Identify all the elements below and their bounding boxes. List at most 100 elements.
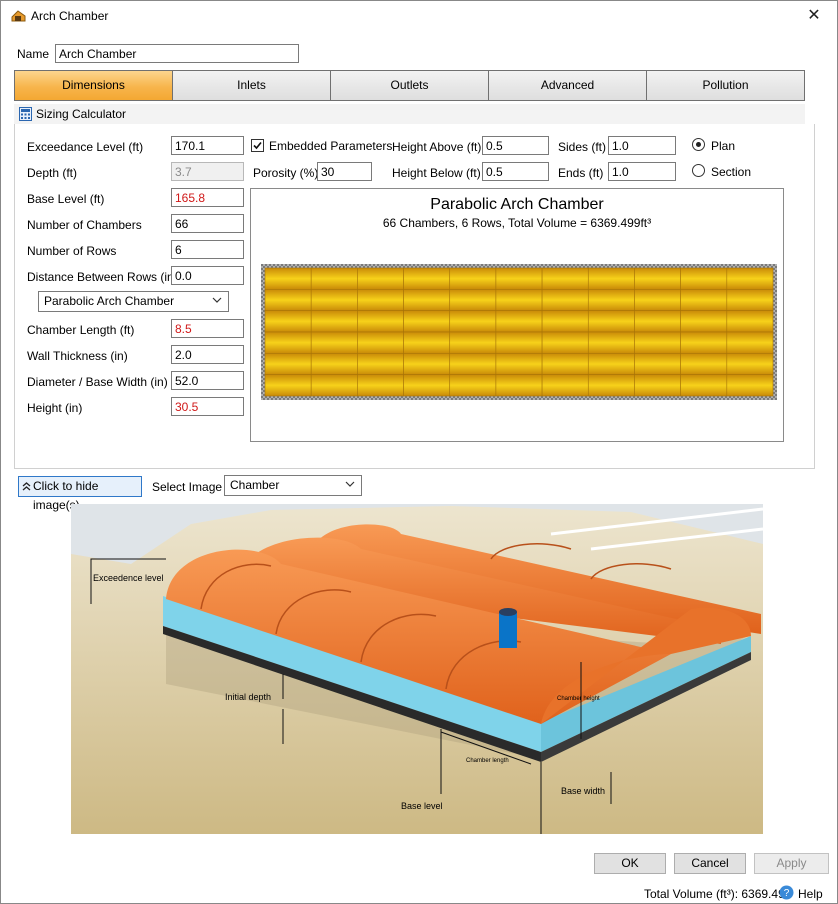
hide-images-button[interactable]: Click to hide image(s) [18,476,142,512]
chamber-cell [726,310,774,333]
height-below-label: Height Below (ft) [392,166,481,180]
chamber-cell [264,310,312,333]
checkmark-icon [253,141,262,150]
chamber-cell [587,353,635,375]
window-title: Arch Chamber [31,9,109,23]
height-below-input[interactable]: 0.5 [482,162,549,181]
section-label: Section [711,165,752,179]
chamber-cell [357,353,404,375]
chamber-cell [310,310,358,333]
base-level-input[interactable]: 165.8 [171,188,244,207]
chamber-cell [587,310,635,333]
ok-button[interactable]: OK [594,853,666,874]
chamber-cell [680,310,728,333]
chamber-type-value: Parabolic Arch Chamber [44,294,175,308]
chamber-cell [403,289,451,311]
height-input[interactable]: 30.5 [171,397,244,416]
chamber-cell [310,374,358,397]
chamber-cell [541,331,589,354]
base-width-label: Base width [561,786,605,796]
tab-strip: Dimensions Inlets Outlets Advanced Pollu… [14,70,805,101]
chamber-cell [357,310,404,333]
height-label: Height (in) [27,401,83,415]
section-title: Sizing Calculator [36,107,127,121]
chamber-cell [634,331,681,354]
height-above-input[interactable]: 0.5 [482,136,549,155]
help-link[interactable]: Help [798,887,823,901]
chamber-cell [449,331,497,354]
chamber-cell [587,267,635,290]
tab-outlets[interactable]: Outlets [331,71,489,100]
chamber-cell [680,374,728,397]
chamber-cell [726,331,774,354]
chamber-cell [634,374,681,397]
chamber-cell [403,331,451,354]
plan-radio[interactable] [692,138,705,151]
select-image-dropdown[interactable]: Chamber [224,475,362,496]
chamber-cell [541,267,589,290]
chamber-cell [310,353,358,375]
exceedance-label: Exceedance Level (ft) [27,140,144,154]
chamber-cell [495,289,543,311]
chamber-cell [310,289,358,311]
help-icon[interactable]: ? [779,885,794,900]
chamber-cell [449,374,497,397]
depth-label: Depth (ft) [27,166,78,180]
wall-thickness-input[interactable]: 2.0 [171,345,244,364]
dist-rows-label: Distance Between Rows (in) [27,270,178,284]
embedded-checkbox[interactable] [251,139,264,152]
porosity-input[interactable]: 30 [317,162,372,181]
double-chevron-up-icon [22,482,31,491]
sides-input[interactable]: 1.0 [608,136,676,155]
section-radio[interactable] [692,164,705,177]
chamber-cell [634,310,681,333]
chamber-cell [495,353,543,375]
chamber-cell [357,267,404,290]
plan-preview: Parabolic Arch Chamber 66 Chambers, 6 Ro… [250,188,784,442]
chamber-cell [403,267,451,290]
depth-input: 3.7 [171,162,244,181]
chamber-cell [587,374,635,397]
chamber-cell [634,267,681,290]
num-rows-input[interactable]: 6 [171,240,244,259]
chamber-cell [449,267,497,290]
chamber-cell [495,374,543,397]
calculator-icon [19,107,32,121]
tab-advanced[interactable]: Advanced [489,71,647,100]
num-chambers-input[interactable]: 66 [171,214,244,233]
sides-label: Sides (ft) [558,140,607,154]
initial-depth-label: Initial depth [225,692,271,702]
exceedance-input[interactable]: 170.1 [171,136,244,155]
chamber-cell [495,310,543,333]
cancel-button[interactable]: Cancel [674,853,746,874]
diameter-label: Diameter / Base Width (in) [27,375,168,389]
chamber-cell [726,374,774,397]
apply-button[interactable]: Apply [754,853,829,874]
chamber-cell [264,267,312,290]
chamber-cell [587,289,635,311]
porosity-label: Porosity (%) [253,166,319,180]
chamber-cell [449,310,497,333]
tab-dimensions[interactable]: Dimensions [15,71,173,100]
num-rows-label: Number of Rows [27,244,117,258]
chamber-cell [310,331,358,354]
exceedence-label: Exceedence level [93,573,164,583]
svg-text:?: ? [784,888,790,899]
dist-rows-input[interactable]: 0.0 [171,266,244,285]
app-icon [11,10,26,22]
name-input[interactable]: Arch Chamber [55,44,299,63]
tab-pollution[interactable]: Pollution [647,71,804,100]
chamber-cell [403,310,451,333]
close-icon: ✕ [807,7,821,24]
tab-inlets[interactable]: Inlets [173,71,331,100]
chamber-cell [357,374,404,397]
chamber-length-input[interactable]: 8.5 [171,319,244,338]
chamber-length-label: Chamber Length (ft) [27,323,135,337]
radio-dot-icon [696,142,701,147]
chamber-cell [449,353,497,375]
chamber-type-select[interactable]: Parabolic Arch Chamber [38,291,229,312]
close-button[interactable]: ✕ [797,3,831,29]
diameter-input[interactable]: 52.0 [171,371,244,390]
chamber-cell [357,331,404,354]
ends-input[interactable]: 1.0 [608,162,676,181]
